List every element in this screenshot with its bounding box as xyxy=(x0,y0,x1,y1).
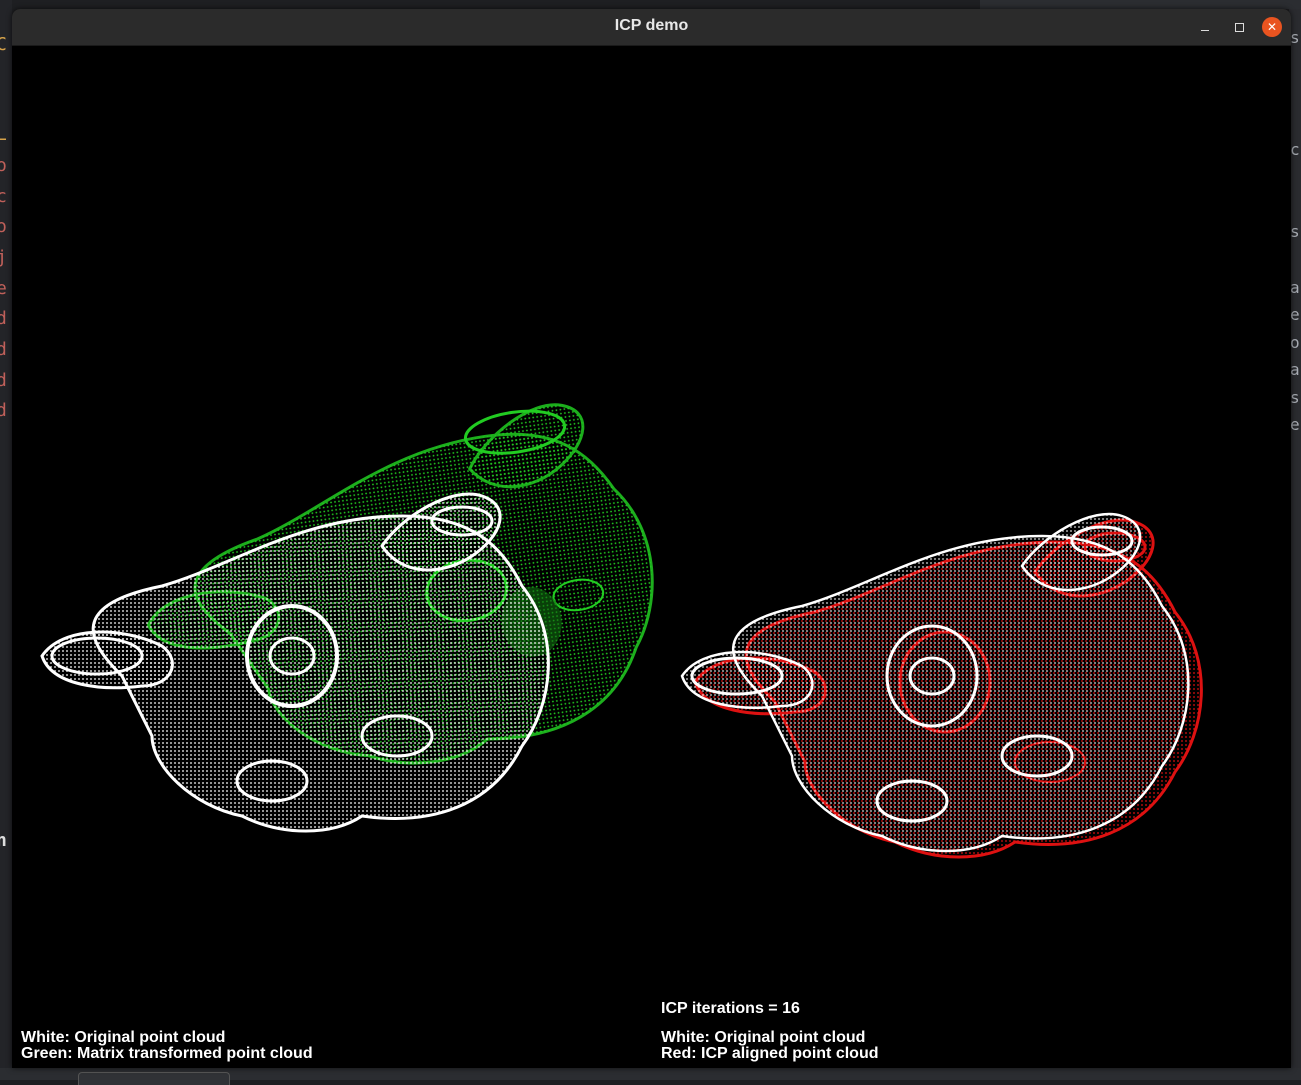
maximize-icon xyxy=(1234,22,1244,32)
background-taskbar xyxy=(0,1068,1301,1085)
icp-iterations-label: ICP iterations = 16 xyxy=(661,1000,800,1017)
right-legend-original: White: Original point cloud xyxy=(661,1029,866,1046)
window-title: ICP demo xyxy=(614,17,689,34)
maximize-button[interactable] xyxy=(1229,17,1249,37)
render-viewport[interactable]: White: Original point cloud Green: Matri… xyxy=(12,46,1291,1068)
original-point-cloud-left xyxy=(40,492,550,833)
icp-demo-window: ICP demo ✕ White: Original point cloud G… xyxy=(12,9,1291,1068)
background-panel-top xyxy=(980,0,1301,9)
left-legend-transformed: Green: Matrix transformed point cloud xyxy=(21,1045,313,1062)
minimize-button[interactable] xyxy=(1195,17,1215,37)
close-button[interactable]: ✕ xyxy=(1262,17,1282,37)
title-bar[interactable]: ICP demo ✕ xyxy=(12,9,1291,46)
point-cloud-canvas xyxy=(40,392,1203,859)
minimize-icon xyxy=(1201,29,1209,31)
background-editor-left: C L o c o j e d d d d n xyxy=(0,0,12,1080)
left-legend-original: White: Original point cloud xyxy=(21,1029,226,1046)
original-point-cloud-right xyxy=(680,512,1190,853)
right-legend-aligned: Red: ICP aligned point cloud xyxy=(661,1045,879,1062)
close-icon: ✕ xyxy=(1266,20,1278,34)
